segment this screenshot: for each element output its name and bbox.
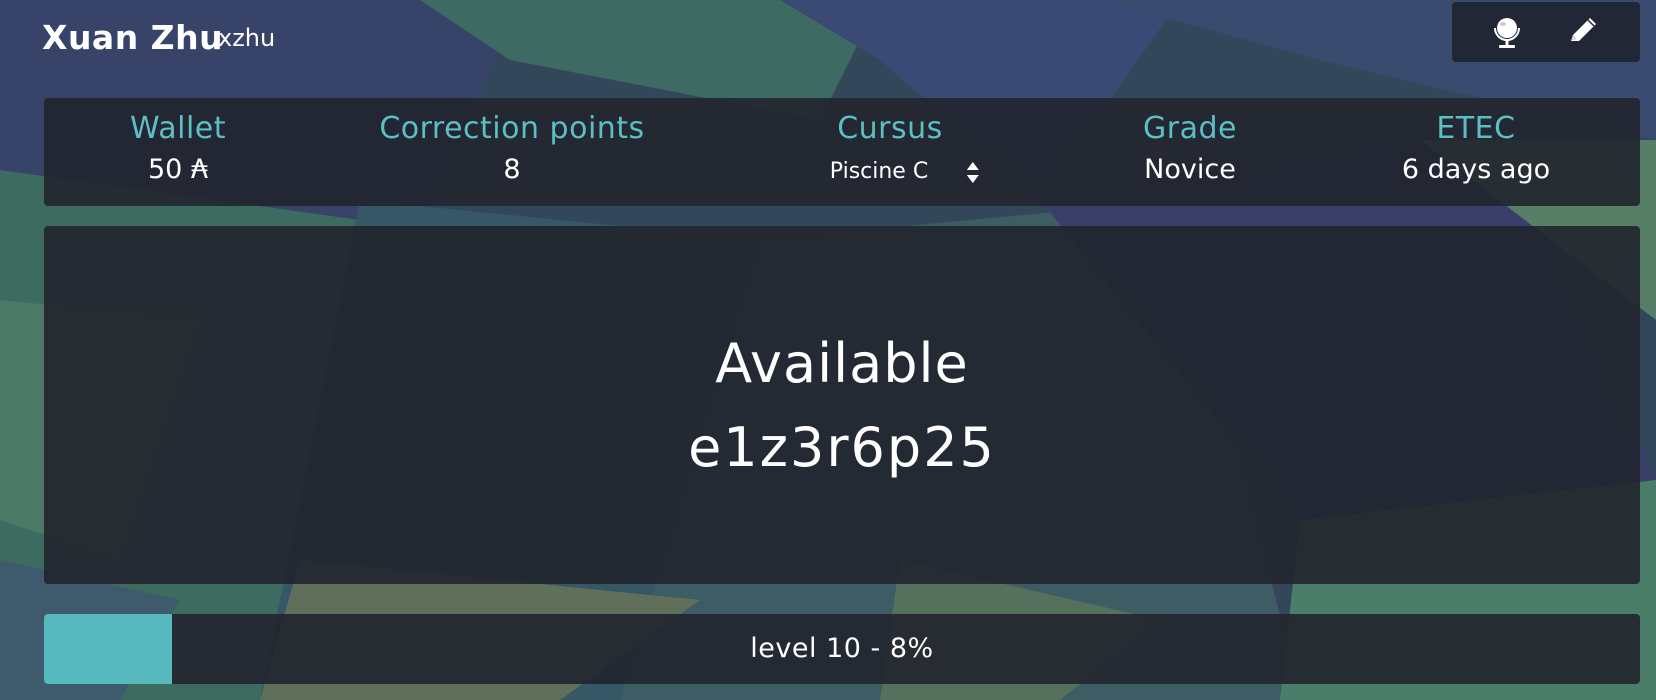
stats-panel: Wallet 50 ₳ Correction points 8 Cursus P… <box>44 98 1640 206</box>
correction-points-label: Correction points <box>379 111 645 146</box>
grade-label: Grade <box>1143 111 1237 146</box>
etec-label: ETEC <box>1436 111 1516 146</box>
etec-value: 6 days ago <box>1401 154 1551 185</box>
profile-toolbar <box>1452 2 1640 62</box>
cursus-stat: Cursus Piscine C <box>800 110 980 190</box>
etec-stat: ETEC 6 days ago <box>1402 110 1550 188</box>
location-panel: Available e1z3r6p25 <box>44 226 1640 584</box>
wallet-value: 50 ₳ <box>147 154 209 185</box>
level-text: level 10 - 8% <box>750 633 934 664</box>
grade-stat: Grade Novice <box>1143 110 1237 188</box>
wallet-label: Wallet <box>129 111 227 146</box>
cursus-selected-value: Piscine C <box>829 159 929 184</box>
user-display-name: Xuan Zhu <box>42 18 224 57</box>
wallet-stat: Wallet 50 ₳ <box>130 110 226 188</box>
pencil-icon[interactable] <box>1564 13 1602 51</box>
cursus-value-row: Piscine C <box>800 152 980 190</box>
select-arrows-icon <box>966 156 980 188</box>
cursus-label: Cursus <box>837 111 943 146</box>
cursus-select[interactable]: Piscine C <box>830 154 980 190</box>
correction-points-value: 8 <box>503 154 521 185</box>
location-host: e1z3r6p25 <box>688 416 996 479</box>
user-login: xzhu <box>218 24 276 52</box>
correction-points-stat: Correction points 8 <box>379 110 644 188</box>
grade-value: Novice <box>1144 154 1236 185</box>
globe-icon[interactable] <box>1488 13 1526 51</box>
level-progress-bar: level 10 - 8% <box>44 614 1640 684</box>
location-status: Available <box>715 332 969 395</box>
